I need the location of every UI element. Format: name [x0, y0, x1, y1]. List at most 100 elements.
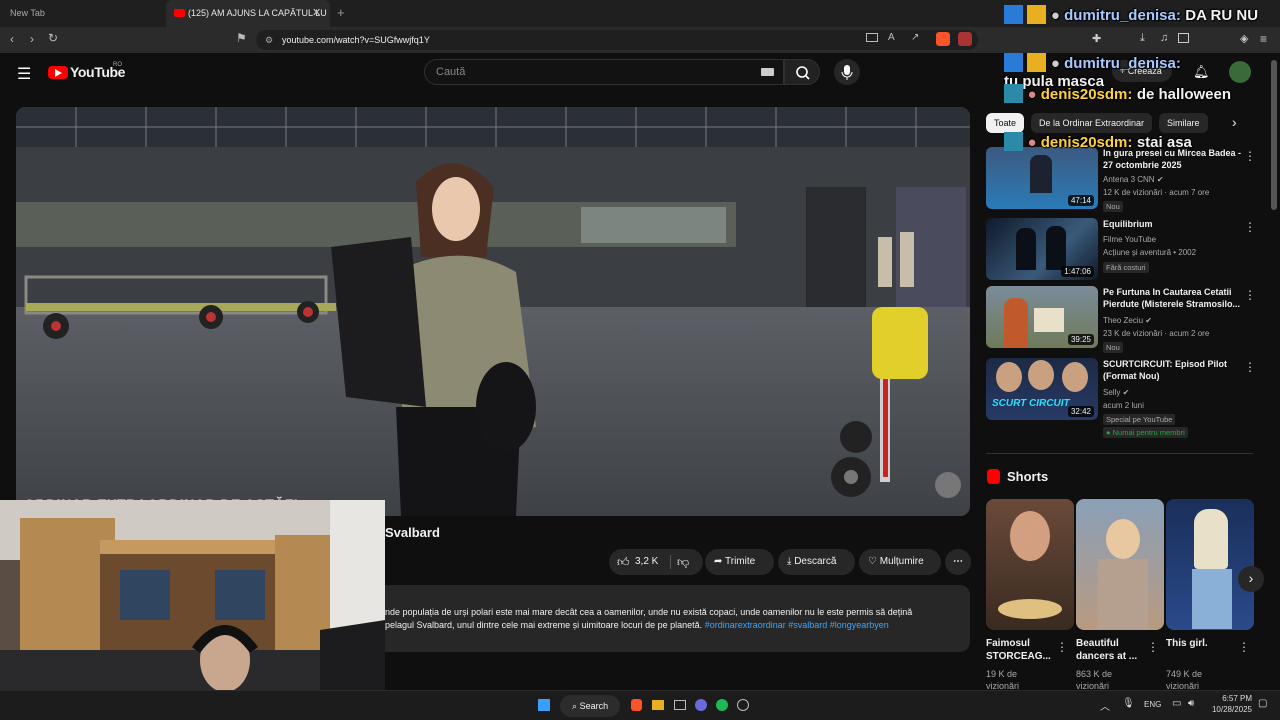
more-icon: ⋯: [953, 556, 963, 567]
shorts-icon: [987, 469, 1000, 484]
more-options-icon[interactable]: ⋮: [1056, 640, 1068, 654]
extensions-icon[interactable]: ✚: [1092, 32, 1101, 45]
bookmark-icon[interactable]: ⚑: [236, 31, 247, 45]
recommendation-item[interactable]: 39:25 Pe Furtuna In Cautarea Cetatii Pie…: [986, 286, 1256, 353]
video-thumbnail[interactable]: 47:14: [986, 147, 1098, 209]
brave-icon[interactable]: [631, 699, 642, 711]
short-thumbnail[interactable]: [1166, 499, 1254, 630]
brave-shield-icon[interactable]: [936, 32, 950, 46]
short-views: 19 K de vizionări: [986, 669, 1020, 691]
share-page-icon[interactable]: ↗: [911, 32, 919, 43]
back-icon[interactable]: ‹: [10, 32, 14, 46]
short-title[interactable]: This girl.: [1166, 637, 1246, 650]
windows-start-icon[interactable]: [538, 699, 550, 711]
more-options-icon[interactable]: ⋮: [1244, 360, 1256, 374]
hashtags-link[interactable]: #ordinarextraordinar #svalbard #longyear…: [705, 620, 889, 630]
voice-search-button[interactable]: [834, 59, 860, 85]
channel-name[interactable]: Antena 3 CNN ✔: [1103, 175, 1164, 184]
short-thumbnail[interactable]: [986, 499, 1074, 630]
channel-name[interactable]: Theo Zeciu ✔: [1103, 316, 1152, 325]
new-tab-icon[interactable]: +: [337, 5, 345, 20]
search-button[interactable]: [784, 59, 820, 85]
app-icon[interactable]: [674, 700, 686, 710]
short-thumbnail[interactable]: [1076, 499, 1164, 630]
taskbar: ⌕ Search ︿ 🎙︎ ENG ▭ 🔊︎ 6:57 PM 10/28/202…: [0, 690, 1280, 720]
recommendation-item[interactable]: 47:14 In gura presei cu Mircea Badea - 2…: [986, 147, 1256, 212]
video-meta: 23 K de vizionări · acum 2 ore: [1103, 329, 1210, 338]
like-count[interactable]: 3,2 K: [635, 549, 658, 575]
shorts-next-button[interactable]: ›: [1238, 566, 1264, 592]
webcam-overlay: [0, 500, 385, 720]
forward-icon[interactable]: ›: [30, 32, 34, 46]
volume-icon[interactable]: 🔊︎: [1188, 698, 1194, 709]
short-title[interactable]: Faimosul STORCEAG...: [986, 637, 1066, 663]
brave-rewards-icon[interactable]: [958, 32, 972, 46]
reload-icon[interactable]: ↻: [48, 31, 58, 45]
sidebar-toggle-icon[interactable]: [1178, 33, 1189, 43]
more-options-icon[interactable]: ⋮: [1244, 220, 1256, 234]
network-icon[interactable]: ▭: [1172, 698, 1181, 709]
share-button[interactable]: ➦ Trimite: [705, 549, 774, 575]
video-player[interactable]: ORDINAR EXTRAORDINAR DE ASTĂZI: [16, 107, 970, 516]
recommendation-item[interactable]: SCURT CIRCUIT 32:42 SCURTCIRCUIT: Episod…: [986, 358, 1256, 438]
spotify-icon[interactable]: [716, 699, 728, 711]
chat-username: ● denis20sdm:: [1027, 134, 1133, 151]
chat-username: ● dumitru_denisa:: [1050, 7, 1181, 24]
chip-from-channel[interactable]: De la Ordinar Extraordinar: [1031, 113, 1153, 133]
video-title[interactable]: Pe Furtuna In Cautarea Cetatii Pierdute …: [1103, 286, 1243, 310]
thumbnail-face: [1062, 362, 1088, 392]
hamburger-menu-icon[interactable]: ☰: [17, 64, 31, 84]
notification-center-icon[interactable]: ▢: [1258, 698, 1267, 709]
chat-text: stai asa: [1136, 134, 1192, 151]
video-thumbnail[interactable]: 39:25: [986, 286, 1098, 348]
thanks-button[interactable]: ♡ Mulțumire: [859, 549, 941, 575]
more-options-icon[interactable]: ⋮: [1244, 288, 1256, 302]
more-options-icon[interactable]: ⋮: [1147, 640, 1159, 654]
keyboard-icon[interactable]: [761, 68, 774, 76]
menu-icon[interactable]: ≡: [1260, 32, 1267, 46]
thumbnail-bowl: [998, 599, 1062, 619]
description-line-2: pelagul Svalbard, unul dintre cele mai e…: [385, 619, 965, 632]
obs-icon[interactable]: [737, 699, 749, 711]
cast-icon[interactable]: [866, 33, 878, 42]
discord-icon[interactable]: [695, 699, 707, 711]
site-info-icon[interactable]: ⚙: [265, 35, 273, 46]
tray-chevron-icon[interactable]: ︿: [1100, 698, 1110, 713]
chat-message: ● denis20sdm: stai asa: [1004, 132, 1279, 156]
language-indicator[interactable]: ENG: [1144, 700, 1161, 709]
tab-new-tab[interactable]: New Tab: [10, 0, 130, 27]
recommendation-item[interactable]: 1:47:06 Equilibrium Filme YouTube Acțiun…: [986, 218, 1256, 282]
chip-related[interactable]: Similare: [1159, 113, 1208, 133]
video-title[interactable]: SCURTCIRCUIT: Episod Pilot (Format Nou): [1103, 358, 1243, 382]
crown-icon: [1027, 5, 1047, 24]
user-icon: ●: [1027, 134, 1041, 151]
shield-icon[interactable]: ◈: [1240, 32, 1248, 45]
more-actions-button[interactable]: ⋯: [945, 549, 971, 575]
video-duration: 47:14: [1067, 195, 1094, 206]
short-title[interactable]: Beautiful dancers at ...: [1076, 637, 1156, 663]
chip-all[interactable]: Toate: [986, 113, 1025, 133]
video-thumbnail[interactable]: SCURT CIRCUIT 32:42: [986, 358, 1098, 420]
clock-time[interactable]: 6:57 PM: [1210, 694, 1252, 703]
chat-text: DA RU NU: [1185, 7, 1259, 24]
media-icon[interactable]: ♫: [1160, 32, 1168, 44]
channel-name[interactable]: Selly ✔: [1103, 388, 1129, 397]
more-options-icon[interactable]: ⋮: [1238, 640, 1250, 654]
chips-next-icon[interactable]: ›: [1232, 114, 1237, 130]
tab-youtube-video[interactable]: (125) AM AJUNS LA CAPĂTUL LU: [166, 0, 330, 27]
video-thumbnail[interactable]: 1:47:06: [986, 218, 1098, 280]
channel-name[interactable]: Filme YouTube: [1103, 235, 1156, 244]
download-button[interactable]: ⤓ Descarcă: [778, 549, 855, 575]
like-icon[interactable]: 👍︎: [617, 549, 630, 575]
downloads-icon[interactable]: ⤓: [1140, 32, 1145, 45]
video-title[interactable]: Equilibrium: [1103, 218, 1243, 230]
dislike-icon[interactable]: 👎︎: [677, 549, 689, 575]
verified-icon: ✔: [1122, 388, 1130, 397]
clock-date[interactable]: 10/28/2025: [1206, 705, 1252, 714]
mic-tray-icon[interactable]: 🎙︎: [1122, 698, 1135, 709]
search-input[interactable]: Caută: [424, 59, 784, 85]
translate-icon[interactable]: A: [888, 32, 895, 43]
close-tab-icon[interactable]: ✕: [312, 6, 321, 19]
taskbar-search[interactable]: ⌕ Search: [560, 695, 620, 717]
folder-icon[interactable]: [652, 700, 664, 710]
